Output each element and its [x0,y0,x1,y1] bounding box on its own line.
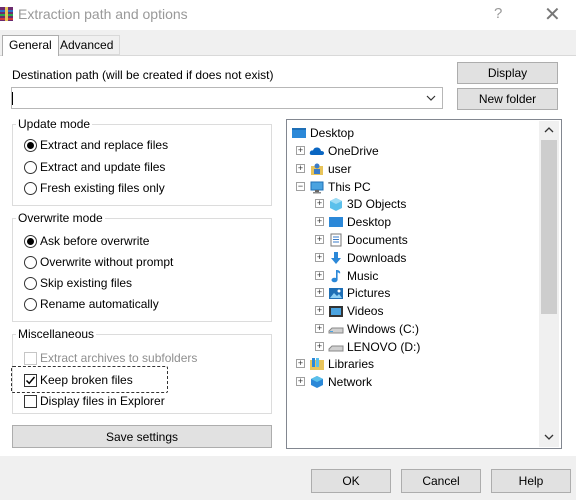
destination-path-label: Destination path (will be created if doe… [12,68,274,82]
radio-button[interactable] [24,276,37,290]
scroll-up-icon[interactable] [543,126,555,134]
save-settings-button[interactable]: Save settings [12,425,272,448]
overwrite-mode-title: Overwrite mode [16,211,105,225]
tree-item-pictures[interactable]: + Pictures [315,284,390,301]
tree-item-desktop[interactable]: + Desktop [315,213,391,230]
expand-icon[interactable]: + [296,146,305,155]
radio-button[interactable] [24,297,37,311]
drive-icon [328,345,344,351]
destination-path-combobox[interactable] [11,87,443,109]
expand-icon[interactable]: + [315,235,324,244]
network-icon [311,375,323,388]
new-folder-button[interactable]: New folder [457,88,558,110]
text-caret [12,92,13,105]
window-title: Extraction path and options [18,6,188,22]
expand-icon[interactable]: + [296,164,305,173]
expand-icon[interactable]: + [315,271,324,280]
collapse-icon[interactable]: − [296,182,305,191]
expand-icon[interactable]: + [315,288,324,297]
radio-rename-automatically[interactable]: Rename automatically [24,295,159,313]
tree-item-windows-c[interactable]: + Windows (C:) [315,320,419,337]
expand-icon[interactable]: + [315,253,324,262]
pictures-icon [329,287,343,299]
tree-item-libraries[interactable]: + Libraries [296,355,374,372]
tree-item-desktop-root[interactable]: Desktop [291,124,354,141]
tree-item-3d-objects[interactable]: + 3D Objects [315,195,406,212]
tree-item-network[interactable]: + Network [296,373,372,390]
expand-icon[interactable]: + [315,324,324,333]
checkbox-extract-to-subfolders[interactable]: Extract archives to subfolders [24,349,197,367]
tab-advanced[interactable]: Advanced [53,35,121,55]
tree-item-videos[interactable]: + Videos [315,302,383,319]
ok-button[interactable]: OK [311,469,391,493]
tree-item-onedrive[interactable]: + OneDrive [296,142,379,159]
radio-fresh-existing-only[interactable]: Fresh existing files only [24,179,165,197]
miscellaneous-title: Miscellaneous [16,327,97,341]
update-mode-title: Update mode [16,117,93,131]
checkbox[interactable] [24,351,37,365]
scrollbar-thumb[interactable] [541,140,557,314]
radio-button[interactable] [24,138,37,152]
radio-button[interactable] [24,181,37,195]
help-icon[interactable]: ? [494,5,502,22]
expand-icon[interactable]: + [315,217,324,226]
expand-icon[interactable]: + [315,199,324,208]
drive-icon [328,327,344,333]
radio-button[interactable] [24,234,37,248]
tree-item-music[interactable]: + Music [315,267,378,284]
3d-objects-icon [330,197,342,211]
radio-overwrite-without-prompt[interactable]: Overwrite without prompt [24,253,173,271]
desktop-icon [292,127,306,138]
radio-extract-and-update[interactable]: Extract and update files [24,158,165,176]
radio-skip-existing[interactable]: Skip existing files [24,274,132,292]
tree-item-user[interactable]: + user [296,160,351,177]
expand-icon[interactable]: + [315,342,324,351]
close-icon[interactable]: ✕ [544,2,561,27]
checkbox[interactable] [24,373,37,387]
downloads-icon [331,251,341,264]
radio-button[interactable] [24,255,37,269]
radio-extract-and-replace[interactable]: Extract and replace files [24,136,168,154]
radio-ask-before-overwrite[interactable]: Ask before overwrite [24,232,149,250]
checkbox[interactable] [24,394,37,408]
computer-icon [310,181,324,193]
videos-icon [329,305,343,317]
desktop-icon [329,216,343,227]
music-icon [331,269,341,282]
user-folder-icon [311,163,323,175]
tree-item-this-pc[interactable]: − This PC [296,178,371,195]
tree-item-lenovo-d[interactable]: + LENOVO (D:) [315,338,420,355]
tab-general[interactable]: General [2,35,59,56]
display-button[interactable]: Display [457,62,558,84]
check-icon [25,376,36,384]
checkbox-keep-broken-files[interactable]: Keep broken files [24,371,133,389]
folder-tree[interactable]: Desktop + OneDrive + user − This PC + 3D… [286,119,562,449]
expand-icon[interactable]: + [315,306,324,315]
tree-item-downloads[interactable]: + Downloads [315,249,406,266]
dialog-footer [0,456,576,500]
help-button[interactable]: Help [491,469,571,493]
cloud-icon [309,146,324,155]
documents-icon [330,233,342,246]
libraries-icon [310,357,324,370]
expand-icon[interactable]: + [296,359,305,368]
chevron-down-icon[interactable] [426,94,436,102]
radio-button[interactable] [24,160,37,174]
checkbox-display-in-explorer[interactable]: Display files in Explorer [24,392,165,410]
winrar-app-icon [0,7,13,21]
scroll-down-icon[interactable] [543,433,555,441]
cancel-button[interactable]: Cancel [401,469,481,493]
tree-item-documents[interactable]: + Documents [315,231,408,248]
expand-icon[interactable]: + [296,377,305,386]
